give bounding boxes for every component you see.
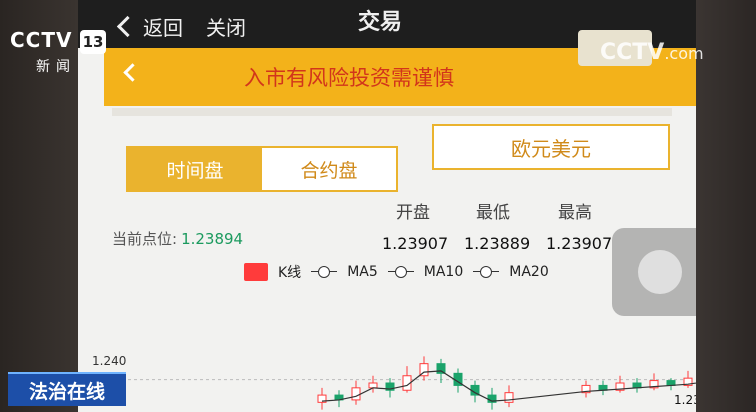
page-title: 交易: [358, 10, 403, 35]
legend-ma10: MA10: [423, 264, 464, 280]
high-value: 1.23907: [546, 234, 613, 253]
watermark-suffix: .com: [664, 44, 704, 63]
open-header: 开盘: [396, 203, 430, 223]
banner-back-icon[interactable]: [123, 63, 142, 82]
current-point-label: 当前点位:: [112, 230, 178, 248]
channel-sub-label: 新闻: [36, 59, 76, 75]
last-price-label: 1.23894: [674, 393, 696, 407]
candle-body: [504, 392, 514, 403]
chart-legend: K线 MA5 MA10 MA20: [244, 262, 549, 282]
current-point: 当前点位: 1.23894: [112, 228, 243, 249]
legend-ma5: MA5: [347, 264, 378, 280]
ma-line-icon: [311, 265, 338, 279]
legend-ma20: MA20: [509, 264, 549, 280]
assistive-touch-icon: [638, 250, 682, 294]
divider: [112, 108, 672, 116]
back-label: 返回: [143, 16, 183, 40]
low-value: 1.23889: [464, 234, 531, 253]
currency-pair-selector[interactable]: 欧元美元: [432, 124, 670, 170]
tab-contract-order[interactable]: 合约盘: [262, 148, 396, 190]
open-value: 1.23907: [382, 234, 449, 253]
ma-line-icon: [473, 265, 500, 279]
tab-time-order[interactable]: 时间盘: [128, 148, 262, 190]
low-header: 最低: [476, 203, 510, 223]
candle-body: [351, 387, 361, 401]
ma-line-icon: [387, 265, 414, 279]
candlestick-swatch-icon: [244, 263, 268, 281]
candle-body: [436, 363, 446, 374]
candle-body: [368, 382, 378, 389]
program-name-badge: 法治在线: [8, 372, 126, 406]
high-header: 最高: [558, 203, 592, 223]
current-point-value: 1.23894: [181, 230, 244, 248]
close-button[interactable]: 关闭: [206, 12, 246, 41]
order-type-tabs: 时间盘 合约盘: [126, 146, 398, 192]
cctv-channel-logo: CCTV: [10, 28, 73, 52]
channel-number-badge: 13: [80, 30, 106, 54]
chevron-left-icon: [116, 15, 139, 38]
assistive-touch-button[interactable]: [612, 228, 696, 316]
legend-k-label: K线: [278, 265, 302, 281]
phone-bezel-right: [696, 0, 756, 412]
back-button[interactable]: 返回: [116, 12, 183, 41]
candlestick-chart: [128, 356, 696, 410]
banner-title: 入市有风险投资需谨慎: [244, 66, 454, 90]
watermark-text: CCTV: [600, 40, 665, 65]
cctv-watermark: CCTV.com: [600, 40, 704, 65]
